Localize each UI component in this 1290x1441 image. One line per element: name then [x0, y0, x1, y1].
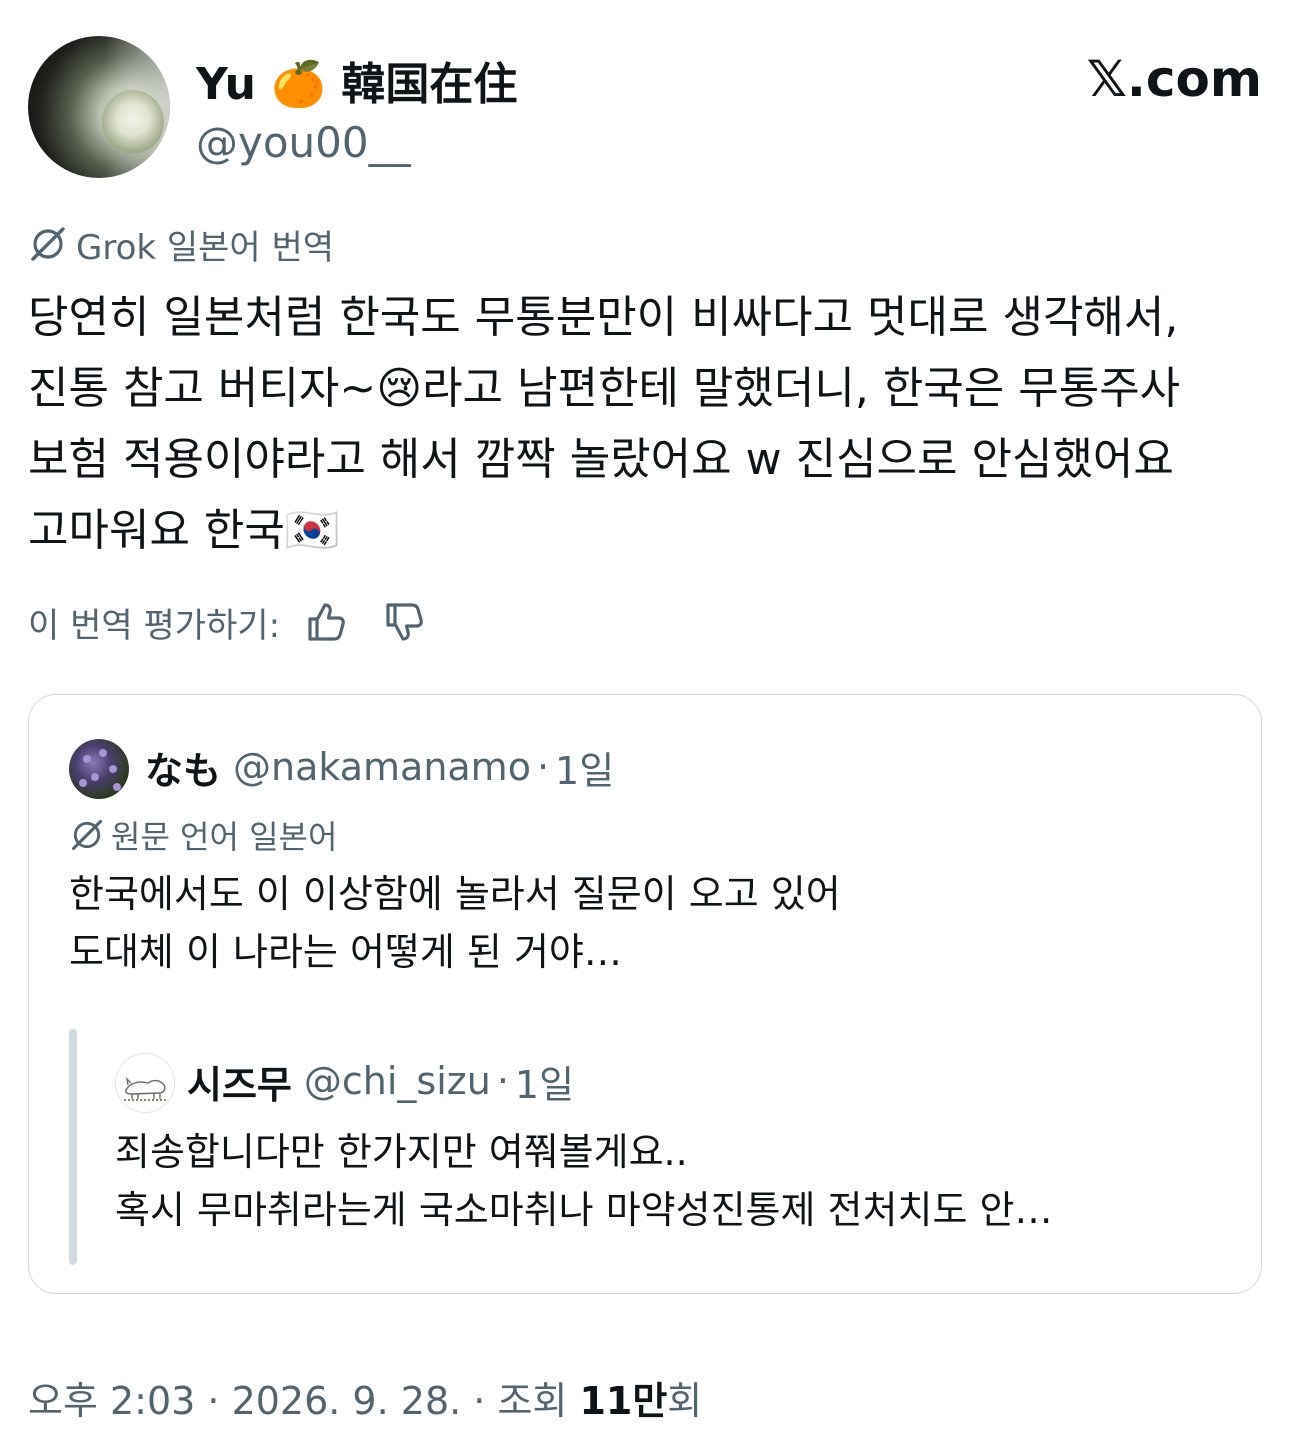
- x-com-logo: 𝕏.com: [1086, 50, 1262, 108]
- original-language-text: 원문 언어 일본어: [111, 818, 338, 856]
- nested-author-handle[interactable]: @chi_sizu: [304, 1059, 491, 1103]
- tweet-text: 당연히 일본처럼 한국도 무통분만이 비싸다고 멋대로 생각해서, 진통 참고 …: [28, 292, 1195, 556]
- rate-translation: 이 번역 평가하기:: [28, 596, 432, 648]
- cat-sketch-icon: [124, 1076, 168, 1101]
- nested-quoted-tweet[interactable]: 시즈무 @chi_sizu · 1일 죄송합니다만 한가지만 여쭤볼게요.. 혹…: [69, 1029, 1229, 1265]
- avatar-bouquet: [102, 90, 164, 154]
- grok-icon: [31, 227, 65, 261]
- thumbs-down-button[interactable]: [376, 596, 432, 648]
- separator-dot: ·: [536, 745, 550, 789]
- tweet-header: Yu 🍊 韓国在住 @you00__ 𝕏.com: [28, 36, 1262, 180]
- author-avatar[interactable]: [28, 36, 170, 178]
- thumbs-up-icon: [308, 603, 345, 641]
- author-handle[interactable]: @you00__: [196, 118, 411, 167]
- separator-dot: ·: [496, 1059, 509, 1103]
- quoted-tweet-header: なも @nakamanamo · 1일: [145, 737, 614, 797]
- tweet-timestamp[interactable]: 오후 2:03 · 2026. 9. 28. · 조회: [28, 1370, 579, 1425]
- quoted-author-handle[interactable]: @nakamanamo: [233, 745, 531, 789]
- translate-icon: [71, 819, 103, 851]
- thumbs-up-button[interactable]: [298, 596, 354, 648]
- avatar-flower-dot: [113, 783, 121, 791]
- tweet-meta: 오후 2:03 · 2026. 9. 28. · 조회 11만 회: [28, 1370, 702, 1424]
- avatar-flower-dot: [109, 765, 117, 773]
- quoted-author-name[interactable]: なも: [145, 740, 221, 795]
- thread-line: [69, 1029, 77, 1265]
- avatar-flower-dot: [79, 779, 87, 787]
- grok-translation-text: Grok 일본어 번역: [76, 227, 335, 268]
- view-count: 11만: [579, 1378, 668, 1423]
- nested-author-name[interactable]: 시즈무: [187, 1054, 292, 1109]
- avatar-flower-dot: [91, 773, 99, 781]
- grok-translation-label: Grok 일본어 번역: [28, 220, 334, 268]
- nested-tweet-header: 시즈무 @chi_sizu · 1일: [187, 1051, 574, 1111]
- nested-tweet-text: 죄송합니다만 한가지만 여쭤볼게요.. 혹시 무마취라는게 국소마취나 마약성진…: [115, 1130, 1053, 1232]
- nested-author-avatar[interactable]: [115, 1053, 175, 1113]
- quoted-author-avatar[interactable]: [69, 739, 129, 799]
- nested-tweet-time[interactable]: 1일: [515, 1054, 574, 1109]
- avatar-flower-dot: [99, 749, 107, 757]
- rate-translation-label: 이 번역 평가하기:: [28, 605, 281, 646]
- quoted-tweet-text: 한국에서도 이 이상함에 놀라서 질문이 오고 있어 도대체 이 나라는 어떻게…: [69, 872, 841, 974]
- thumbs-down-icon: [386, 603, 423, 641]
- author-display-name[interactable]: Yu 🍊 韓国在住: [196, 48, 517, 112]
- original-language-label: 원문 언어 일본어: [69, 811, 337, 859]
- quoted-tweet-card[interactable]: なも @nakamanamo · 1일 원문 언어 일본어 한국에서도 이 이상…: [28, 694, 1262, 1294]
- quoted-tweet-time[interactable]: 1일: [555, 740, 614, 795]
- view-count-suffix: 회: [667, 1378, 703, 1423]
- avatar-flower-dot: [83, 755, 91, 763]
